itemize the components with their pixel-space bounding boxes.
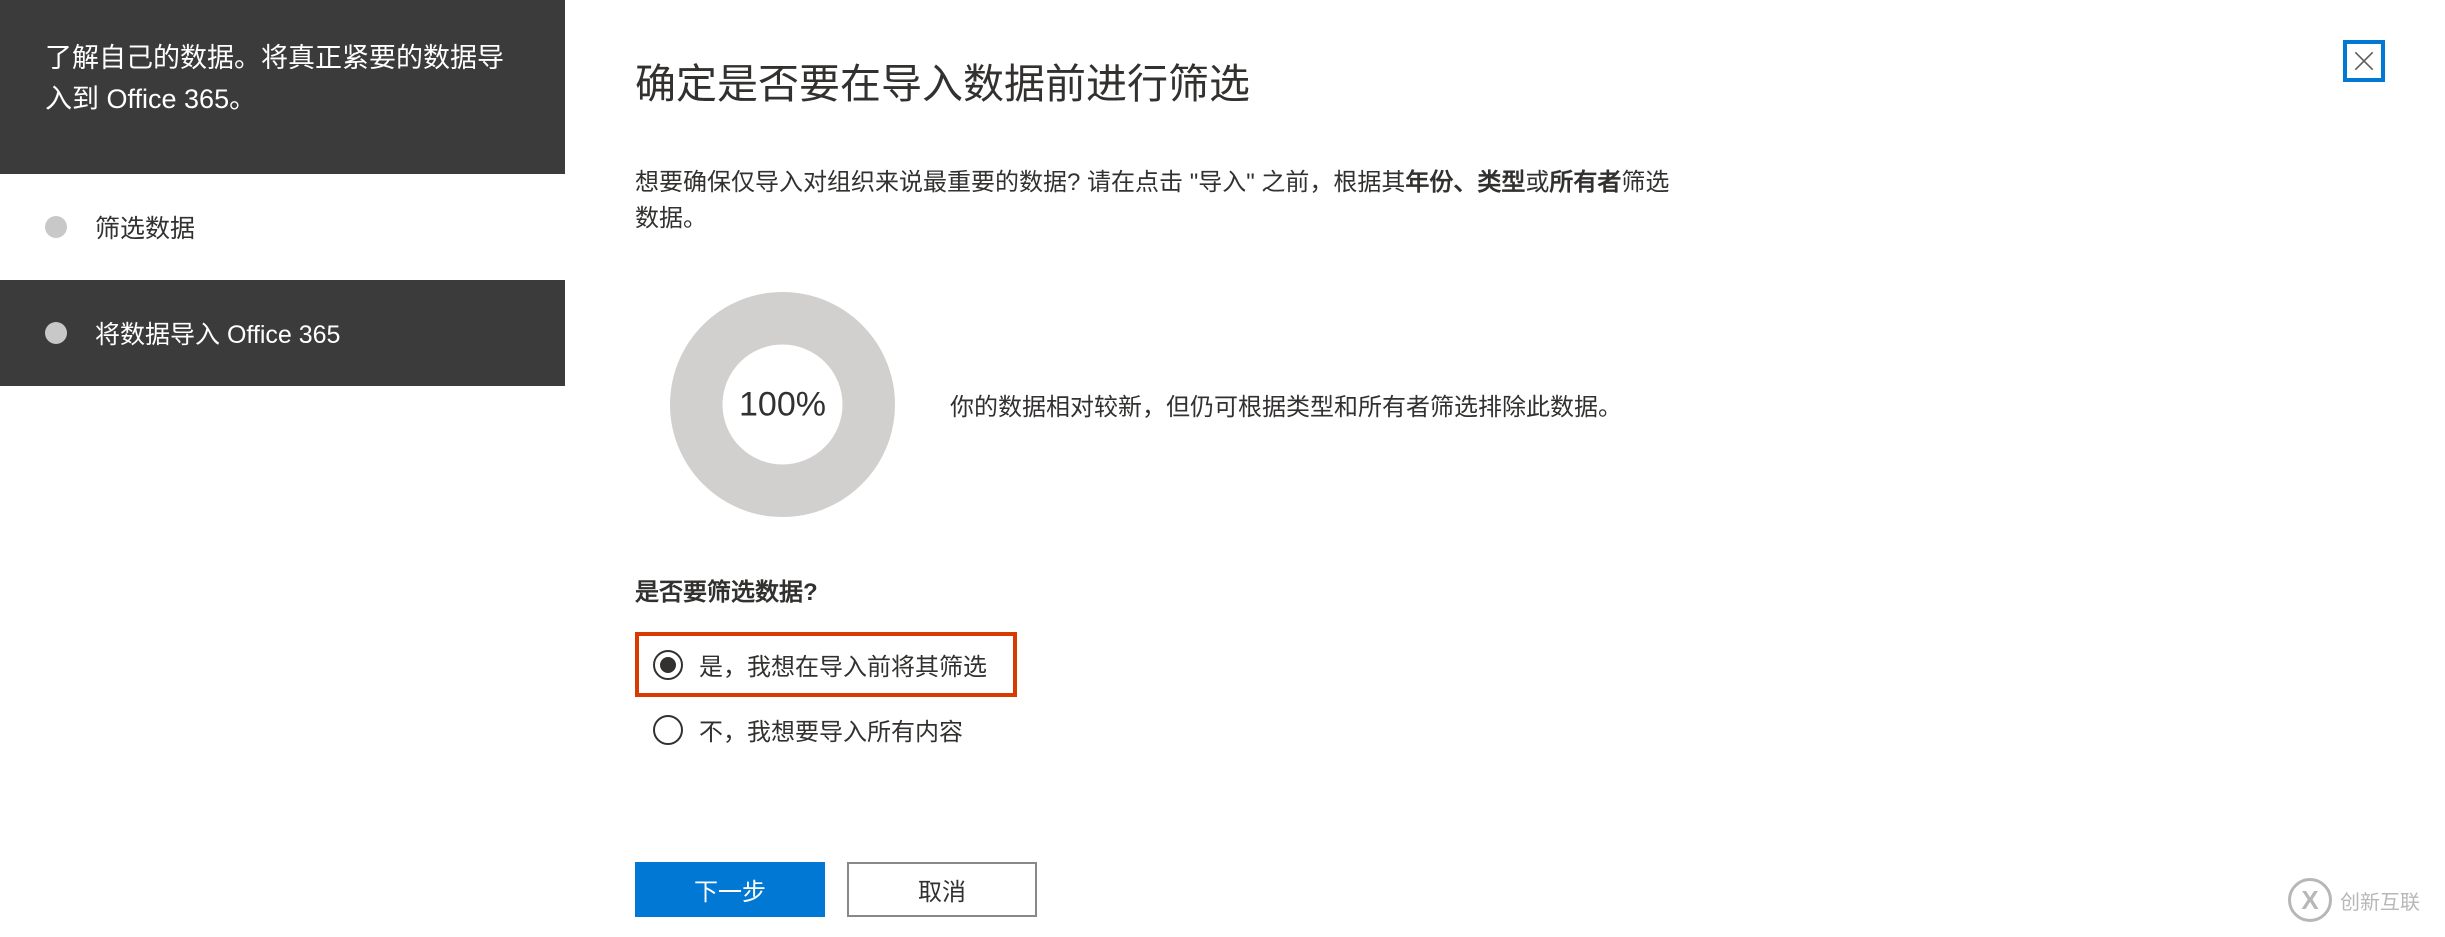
progress-ring: 100%: [670, 292, 895, 517]
sidebar-step-filter[interactable]: 筛选数据: [0, 174, 565, 280]
button-row: 下一步 取消: [635, 862, 2375, 917]
progress-row: 100% 你的数据相对较新，但仍可根据类型和所有者筛选排除此数据。: [670, 292, 2375, 517]
close-icon: [2351, 48, 2377, 74]
radio-label: 是，我想在导入前将其筛选: [699, 647, 987, 682]
page-title: 确定是否要在导入数据前进行筛选: [635, 50, 2375, 110]
cancel-button[interactable]: 取消: [847, 862, 1037, 917]
step-bullet-icon: [45, 322, 67, 344]
watermark-icon: X: [2288, 878, 2332, 922]
radio-option-no[interactable]: 不，我想要导入所有内容: [635, 697, 1017, 762]
progress-percent-label: 100%: [739, 385, 826, 424]
radio-label: 不，我想要导入所有内容: [699, 712, 963, 747]
sidebar-step-label: 筛选数据: [95, 209, 195, 245]
step-bullet-icon: [45, 216, 67, 238]
radio-group: 是，我想在导入前将其筛选 不，我想要导入所有内容: [635, 632, 1017, 762]
watermark: X 创新互联: [2288, 878, 2420, 922]
main-content: 确定是否要在导入数据前进行筛选 想要确保仅导入对组织来说最重要的数据? 请在点击…: [565, 0, 2445, 937]
watermark-text: 创新互联: [2340, 886, 2420, 915]
next-button[interactable]: 下一步: [635, 862, 825, 917]
sidebar-step-label: 将数据导入 Office 365: [95, 315, 340, 351]
filter-question-label: 是否要筛选数据?: [635, 572, 2375, 607]
radio-icon: [653, 715, 683, 745]
description-text: 想要确保仅导入对组织来说最重要的数据? 请在点击 "导入" 之前，根据其年份、类…: [635, 165, 1675, 237]
sidebar-step-import[interactable]: 将数据导入 Office 365: [0, 280, 565, 386]
sidebar: 了解自己的数据。将真正紧要的数据导入到 Office 365。 筛选数据 将数据…: [0, 0, 565, 937]
radio-icon: [653, 650, 683, 680]
progress-description: 你的数据相对较新，但仍可根据类型和所有者筛选排除此数据。: [950, 387, 1622, 422]
sidebar-header: 了解自己的数据。将真正紧要的数据导入到 Office 365。: [0, 0, 565, 174]
close-button[interactable]: [2343, 40, 2385, 82]
radio-option-yes[interactable]: 是，我想在导入前将其筛选: [635, 632, 1017, 697]
